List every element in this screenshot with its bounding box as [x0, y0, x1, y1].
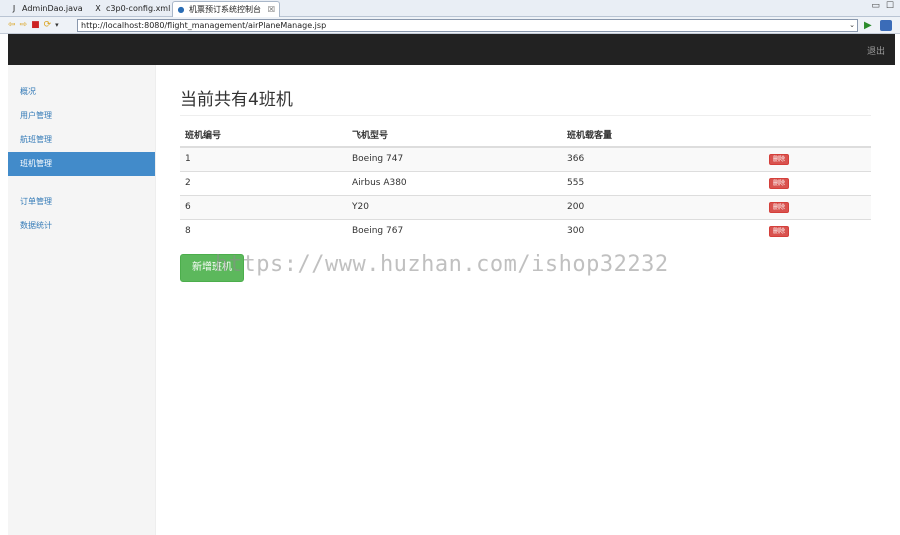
editor-tab-label: AdminDao.java: [22, 4, 83, 13]
close-icon[interactable]: ☒: [268, 2, 275, 17]
sidebar-item-flights[interactable]: 航班管理: [8, 128, 155, 152]
chevron-down-icon[interactable]: ▾: [55, 21, 59, 29]
column-header-capacity: 班机载客量: [562, 123, 764, 148]
cell-plane-id: 2: [180, 170, 347, 195]
editor-tab-strip: J AdminDao.java X c3p0-config.xml ● 机票预订…: [0, 0, 900, 17]
sidebar-group-secondary: 订单管理 数据统计: [8, 190, 155, 238]
table-row: 1 Boeing 747 366 删除: [180, 146, 871, 171]
cell-plane-capacity: 366: [562, 146, 764, 171]
forward-arrow-icon[interactable]: ⇨: [20, 20, 28, 30]
go-arrow-icon[interactable]: ▶: [864, 19, 872, 32]
top-navbar: 退出: [8, 34, 895, 65]
cell-plane-model: Airbus A380: [347, 170, 562, 195]
cell-plane-model: Boeing 747: [347, 146, 562, 171]
url-text: http://localhost:8080/flight_management/…: [81, 21, 327, 30]
add-plane-button[interactable]: 新增班机: [180, 254, 244, 282]
column-header-model: 飞机型号: [347, 123, 562, 148]
table-header-row: 班机编号 飞机型号 班机载客量: [180, 123, 871, 148]
browser-nav-icons: ⇦ ⇨ ■ ⟳ ▾: [8, 19, 63, 32]
cell-plane-model: Boeing 767: [347, 218, 562, 243]
cell-plane-capacity: 200: [562, 194, 764, 219]
browser-toolbar: ⇦ ⇨ ■ ⟳ ▾ http://localhost:8080/flight_manag…: [0, 17, 900, 34]
cell-plane-capacity: 300: [562, 218, 764, 243]
cell-plane-id: 8: [180, 218, 347, 243]
maximize-icon[interactable]: ☐: [886, 1, 894, 11]
cell-plane-id: 1: [180, 146, 347, 171]
sidebar-group-main: 概况 用户管理 航班管理 班机管理: [8, 80, 155, 176]
sidebar: 概况 用户管理 航班管理 班机管理 订单管理 数据统计: [8, 65, 156, 535]
editor-tab-c3p0-config[interactable]: X c3p0-config.xml: [90, 1, 170, 17]
sidebar-item-orders[interactable]: 订单管理: [8, 190, 155, 214]
sidebar-item-planes[interactable]: 班机管理: [8, 152, 155, 176]
back-arrow-icon[interactable]: ⇦: [8, 20, 16, 30]
logout-link[interactable]: 退出: [867, 44, 885, 57]
delete-button[interactable]: 删除: [769, 153, 790, 165]
editor-tab-browser[interactable]: ● 机票预订系统控制台 ☒: [172, 1, 280, 17]
sidebar-item-overview[interactable]: 概况: [8, 80, 155, 104]
window-controls: ▭ ☐: [865, 1, 894, 11]
editor-tab-label: 机票预订系统控制台: [189, 5, 261, 14]
cell-plane-id: 6: [180, 194, 347, 219]
java-file-icon: J: [12, 4, 16, 13]
sidebar-item-users[interactable]: 用户管理: [8, 104, 155, 128]
table-row: 8 Boeing 767 300 删除: [180, 218, 871, 243]
delete-button[interactable]: 删除: [769, 225, 790, 237]
url-input[interactable]: http://localhost:8080/flight_management/…: [77, 19, 858, 32]
column-header-action: [764, 123, 871, 148]
delete-button[interactable]: 删除: [769, 177, 790, 189]
external-browser-icon[interactable]: [880, 20, 892, 31]
stop-icon[interactable]: ■: [31, 20, 40, 30]
cell-plane-capacity: 555: [562, 170, 764, 195]
chevron-down-icon[interactable]: ⌄: [847, 20, 857, 31]
main-content: 当前共有4班机 班机编号 飞机型号 班机载客量 1 Boeing 747 366…: [156, 65, 895, 535]
editor-tab-label: c3p0-config.xml: [106, 4, 171, 13]
page-title: 当前共有4班机: [180, 90, 293, 110]
cell-plane-model: Y20: [347, 194, 562, 219]
globe-icon: ●: [177, 5, 185, 14]
sidebar-item-statistics[interactable]: 数据统计: [8, 214, 155, 238]
minimize-icon[interactable]: ▭: [871, 1, 880, 11]
editor-tab-admindao[interactable]: J AdminDao.java: [6, 1, 83, 17]
table-row: 2 Airbus A380 555 删除: [180, 170, 871, 195]
table-row: 6 Y20 200 删除: [180, 194, 871, 219]
page-header: 当前共有4班机: [180, 89, 871, 116]
xml-file-icon: X: [95, 4, 101, 13]
delete-button[interactable]: 删除: [769, 201, 790, 213]
refresh-icon[interactable]: ⟳: [44, 20, 52, 30]
planes-table: 班机编号 飞机型号 班机载客量 1 Boeing 747 366 删除 2 Ai…: [180, 123, 871, 243]
column-header-id: 班机编号: [180, 123, 347, 148]
